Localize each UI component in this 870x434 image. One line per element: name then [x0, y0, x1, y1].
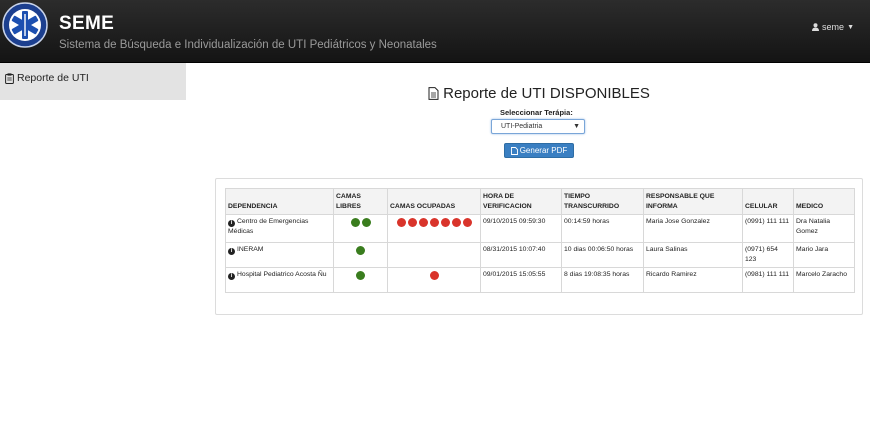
free-beds-cell [333, 267, 388, 293]
doctor-cell: Mario Jara [793, 242, 855, 268]
occupied-bed-dot [462, 218, 472, 227]
app-subtitle: Sistema de Búsqueda e Individualización … [59, 39, 437, 51]
caret-down-icon: ▼ [847, 23, 854, 31]
sidebar: Reporte de UTI [0, 63, 186, 100]
occupied-bed-dot [429, 218, 439, 227]
responsible-cell: Ricardo Ramirez [643, 267, 743, 293]
elapsed-time-cell: 00:14:59 horas [561, 214, 644, 243]
uti-report-table: DEPENDENCIA CAMAS LIBRES CAMAS OCUPADAS … [225, 188, 855, 293]
dependencia-name: Hospital Pediatrico Acosta Ñu [237, 271, 327, 278]
top-navbar: SEME Sistema de Búsqueda e Individualiza… [0, 0, 870, 63]
table-header-row: DEPENDENCIA CAMAS LIBRES CAMAS OCUPADAS … [225, 188, 855, 215]
column-header: CELULAR [742, 188, 794, 215]
dependencia-cell: i Hospital Pediatrico Acosta Ñu [225, 267, 334, 293]
free-beds-indicators [336, 270, 385, 280]
free-bed-dot [361, 218, 371, 227]
therapy-select-value: UTI-Pediatria [501, 123, 543, 130]
free-beds-indicators [336, 245, 385, 255]
column-header: HORA DE VERIFICACION [480, 188, 562, 215]
occupied-bed-dot [440, 218, 450, 227]
clipboard-icon [5, 72, 14, 84]
therapy-select[interactable]: UTI-Pediatria ▼ [491, 119, 585, 134]
phone-cell: (0981) 111 111 [742, 267, 794, 293]
occupied-bed-dot [429, 271, 439, 280]
therapy-select-label: Seleccionar Terápia: [500, 108, 573, 117]
column-header: DEPENDENCIA [225, 188, 334, 215]
free-bed-dot [356, 246, 365, 255]
occupied-beds-indicators [390, 245, 478, 246]
sidebar-item-reporte[interactable]: Reporte de UTI [5, 72, 89, 84]
column-header: RESPONSABLE QUE INFORMA [643, 188, 743, 215]
page-title-text: Reporte de UTI DISPONIBLES [443, 85, 650, 102]
generate-pdf-label: Generar PDF [519, 146, 568, 155]
elapsed-time-cell: 10 dias 00:06:50 horas [561, 242, 644, 268]
occupied-bed-dot [451, 218, 461, 227]
verification-time-cell: 09/01/2015 15:05:55 [480, 267, 562, 293]
occupied-beds-cell [387, 267, 481, 293]
dependencia-cell: i INERAM [225, 242, 334, 268]
report-panel: DEPENDENCIA CAMAS LIBRES CAMAS OCUPADAS … [215, 178, 863, 315]
free-beds-cell [333, 242, 388, 268]
column-header: CAMAS LIBRES [333, 188, 388, 215]
star-of-life-logo [2, 2, 48, 48]
doctor-cell: Marcelo Zaracho [793, 267, 855, 293]
elapsed-time-cell: 8 dias 19:08:35 horas [561, 267, 644, 293]
column-header: CAMAS OCUPADAS [387, 188, 481, 215]
dependencia-name: INERAM [237, 246, 264, 253]
occupied-beds-cell [387, 214, 481, 243]
app-brand: SEME [59, 13, 115, 34]
verification-time-cell: 09/10/2015 09:59:30 [480, 214, 562, 243]
document-icon [428, 87, 439, 100]
verification-time-cell: 08/31/2015 10:07:40 [480, 242, 562, 268]
dependencia-cell: i Centro de Emergencias Médicas [225, 214, 334, 243]
user-menu[interactable]: seme ▼ [812, 22, 854, 32]
dependencia-name: Centro de Emergencias Médicas [228, 218, 309, 235]
responsible-cell: Laura Salinas [643, 242, 743, 268]
occupied-beds-indicators [390, 270, 478, 280]
occupied-bed-dot [418, 218, 428, 227]
occupied-bed-dot [396, 218, 406, 227]
occupied-beds-cell [387, 242, 481, 268]
sidebar-item-label: Reporte de UTI [17, 72, 89, 84]
table-row: i INERAM 08/31/2015 10:07:40 10 dias 00:0… [225, 242, 855, 268]
phone-cell: (0971) 654 123 [742, 242, 794, 268]
file-icon [510, 146, 518, 155]
occupied-beds-indicators [390, 217, 478, 227]
table-row: i Hospital Pediatrico Acosta Ñu 09/01/201… [225, 267, 855, 293]
generate-pdf-button[interactable]: Generar PDF [504, 143, 574, 158]
column-header: TIEMPO TRANSCURRIDO [561, 188, 644, 215]
info-icon[interactable]: i [228, 248, 235, 255]
free-bed-dot [350, 218, 360, 227]
occupied-bed-dot [407, 218, 417, 227]
doctor-cell: Dra Natalia Gomez [793, 214, 855, 243]
free-beds-indicators [336, 217, 385, 227]
info-icon[interactable]: i [228, 273, 235, 280]
free-bed-dot [356, 271, 365, 280]
info-icon[interactable]: i [228, 220, 235, 227]
table-row: i Centro de Emergencias Médicas 09/10/201… [225, 214, 855, 243]
user-name: seme [822, 22, 845, 32]
column-header: MEDICO [793, 188, 855, 215]
dropdown-arrow-icon: ▼ [573, 123, 580, 130]
responsible-cell: Maria Jose Gonzalez [643, 214, 743, 243]
free-beds-cell [333, 214, 388, 243]
phone-cell: (0991) 111 111 [742, 214, 794, 243]
user-icon [812, 23, 820, 31]
page-title: Reporte de UTI DISPONIBLES [186, 85, 870, 105]
